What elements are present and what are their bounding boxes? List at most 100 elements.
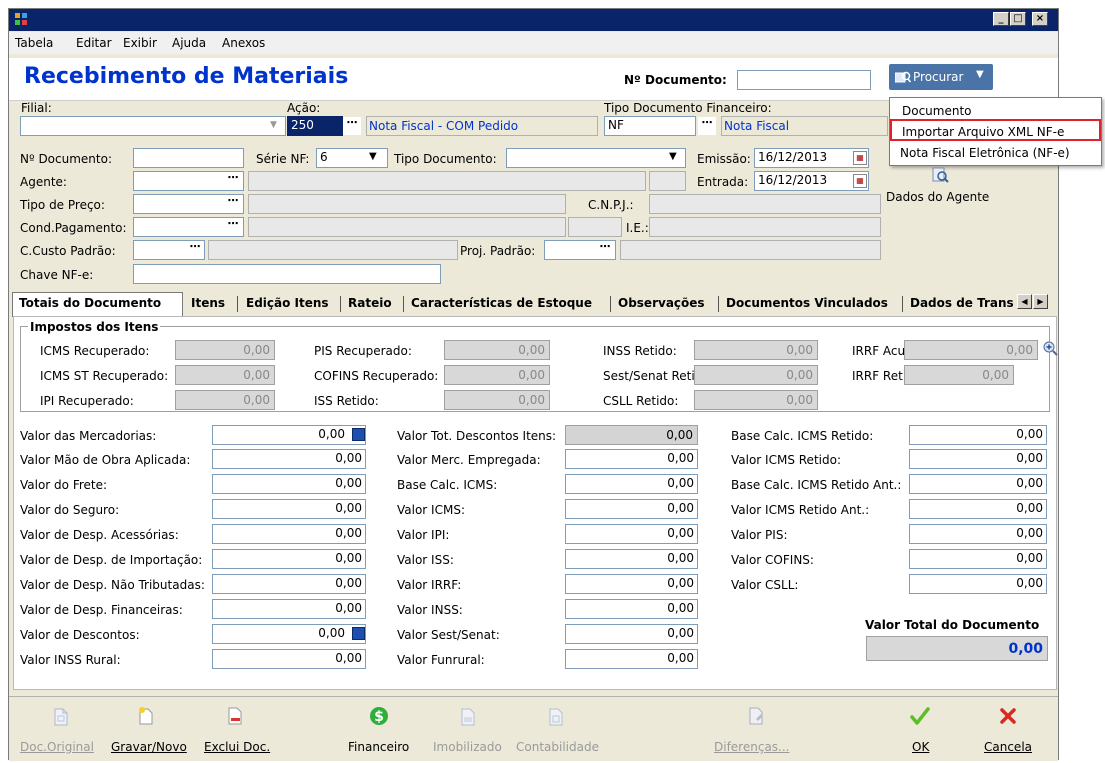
exclui-doc-button[interactable]: Exclui Doc. <box>204 740 270 754</box>
ndoc-input[interactable] <box>133 148 244 168</box>
base-calc-icms-retido-input[interactable]: 0,00 <box>909 425 1047 445</box>
filial-select[interactable] <box>20 116 286 136</box>
menu-editar[interactable]: Editar <box>76 36 112 50</box>
close-button[interactable]: × <box>1032 12 1048 26</box>
valor-pis-input[interactable]: 0,00 <box>909 524 1047 544</box>
search-icon <box>895 71 911 83</box>
emissao-input[interactable]: 16/12/2013 <box>754 148 869 168</box>
gravar-novo-button[interactable]: Gravar/Novo <box>111 740 187 754</box>
tab-separator <box>237 296 238 312</box>
proj-lookup-button[interactable]: ⋯ <box>596 241 614 259</box>
valor-iss-input[interactable]: 0,00 <box>565 549 698 569</box>
tab-rateio[interactable]: Rateio <box>348 296 392 310</box>
total-label: Valor Total do Documento <box>865 618 1040 632</box>
header-doc-input[interactable] <box>737 70 871 90</box>
inss-retido-field: 0,00 <box>694 340 818 360</box>
valor-icms-input[interactable]: 0,00 <box>565 499 698 519</box>
entrada-input[interactable]: 16/12/2013 <box>754 171 869 191</box>
doc-original-button[interactable]: Doc.Original <box>20 740 94 754</box>
valor-cofins-input[interactable]: 0,00 <box>909 549 1047 569</box>
base-calc-icms-input[interactable]: 0,00 <box>565 474 698 494</box>
menu-tabela[interactable]: Tabela <box>15 36 53 50</box>
valor-icms-retido-ant-label: Valor ICMS Retido Ant.: <box>731 503 870 517</box>
calendar-icon[interactable]: ▦ <box>853 174 867 188</box>
valor-mao-obra-input[interactable]: 0,00 <box>212 449 366 469</box>
document-original-icon <box>54 708 68 726</box>
dados-agente-label[interactable]: Dados do Agente <box>886 190 989 204</box>
valor-icms-retido-ant-input[interactable]: 0,00 <box>909 499 1047 519</box>
valor-icms-retido-input[interactable]: 0,00 <box>909 449 1047 469</box>
menu-item-documento[interactable]: Documento <box>902 104 972 118</box>
valor-seguro-input[interactable]: 0,00 <box>212 499 366 519</box>
valor-mercadorias-input[interactable]: 0,00 <box>212 425 366 445</box>
search-button[interactable]: Procurar ▼ <box>889 64 993 90</box>
condpag-lookup-button[interactable]: ⋯ <box>224 218 242 236</box>
tab-dados-transporte[interactable]: Dados de Trans <box>910 296 1014 310</box>
valor-desp-importacao-input[interactable]: 0,00 <box>212 549 366 569</box>
valor-ipi-input[interactable]: 0,00 <box>565 524 698 544</box>
title-bar[interactable] <box>9 9 1058 31</box>
tab-scroll-right-button[interactable]: ▶ <box>1033 294 1048 309</box>
base-calc-icms-retido-label: Base Calc. ICMS Retido: <box>731 429 874 443</box>
menu-anexos[interactable]: Anexos <box>222 36 265 50</box>
valor-frete-input[interactable]: 0,00 <box>212 474 366 494</box>
valor-inss-rural-input[interactable]: 0,00 <box>212 649 366 669</box>
maximize-button[interactable]: □ <box>1010 12 1026 26</box>
agent-details-icon[interactable] <box>931 166 949 184</box>
cancela-button[interactable]: Cancela <box>984 740 1032 754</box>
money-icon: $ <box>370 707 388 725</box>
valor-desp-financeiras-input[interactable]: 0,00 <box>212 599 366 619</box>
contabilidade-button[interactable]: Contabilidade <box>516 740 599 754</box>
financeiro-button[interactable]: Financeiro <box>348 740 409 754</box>
filial-label: Filial: <box>21 101 52 115</box>
chave-input[interactable] <box>133 264 441 284</box>
calculator-icon[interactable] <box>352 428 365 441</box>
valor-csll-input[interactable]: 0,00 <box>909 574 1047 594</box>
menu-exibir[interactable]: Exibir <box>123 36 157 50</box>
diferencas-button[interactable]: Diferenças... <box>714 740 790 754</box>
filial-dropdown-icon: ▼ <box>270 120 277 130</box>
valor-desp-nao-tributadas-input[interactable]: 0,00 <box>212 574 366 594</box>
tipo-fin-lookup-button[interactable]: ⋯ <box>698 117 716 135</box>
acao-lookup-button[interactable]: ⋯ <box>343 117 361 135</box>
calculator-icon[interactable] <box>352 627 365 640</box>
valor-sest-senat-input[interactable]: 0,00 <box>565 624 698 644</box>
tipo-fin-input[interactable]: NF <box>604 116 696 136</box>
valor-descontos-input[interactable]: 0,00 <box>212 624 366 644</box>
valor-inss-input[interactable]: 0,00 <box>565 599 698 619</box>
imobilizado-button[interactable]: Imobilizado <box>433 740 502 754</box>
base-calc-icms-retido-ant-input[interactable]: 0,00 <box>909 474 1047 494</box>
tipodoc-label: Tipo Documento: <box>394 152 497 166</box>
tipopreco-lookup-button[interactable]: ⋯ <box>224 195 242 213</box>
acao-input[interactable]: 250 <box>287 116 343 136</box>
ccusto-lookup-button[interactable]: ⋯ <box>186 241 204 259</box>
icms-recuperado-label: ICMS Recuperado: <box>40 344 150 358</box>
tab-observacoes[interactable]: Observações <box>618 296 705 310</box>
calendar-icon[interactable]: ▦ <box>853 151 867 165</box>
icms-st-recuperado-field: 0,00 <box>175 365 275 385</box>
valor-irrf-input[interactable]: 0,00 <box>565 574 698 594</box>
menu-item-nfe[interactable]: Nota Fiscal Eletrônica (NF-e) <box>900 146 1070 160</box>
tipodoc-select[interactable] <box>506 148 686 168</box>
tab-caracteristicas[interactable]: Características de Estoque <box>411 296 592 310</box>
serie-select[interactable]: 6 <box>316 148 388 168</box>
tab-documentos-vinculados[interactable]: Documentos Vinculados <box>726 296 888 310</box>
valor-frete-label: Valor do Frete: <box>20 478 108 492</box>
valor-funrural-input[interactable]: 0,00 <box>565 649 698 669</box>
base-calc-icms-retido-ant-label: Base Calc. ICMS Retido Ant.: <box>731 478 902 492</box>
zoom-in-icon[interactable] <box>1043 341 1059 357</box>
ndoc-label: Nº Documento: <box>20 152 112 166</box>
agente-lookup-button[interactable]: ⋯ <box>224 172 242 190</box>
minimize-button[interactable]: _ <box>993 12 1009 26</box>
tab-scroll-left-button[interactable]: ◀ <box>1017 294 1032 309</box>
tab-edicao-itens[interactable]: Edição Itens <box>246 296 329 310</box>
tab-totais[interactable]: Totais do Documento <box>19 296 161 310</box>
valor-desp-acessorias-input[interactable]: 0,00 <box>212 524 366 544</box>
ok-button[interactable]: OK <box>912 740 929 754</box>
menu-ajuda[interactable]: Ajuda <box>172 36 206 50</box>
sest-senat-retido-field: 0,00 <box>694 365 818 385</box>
valor-merc-empregada-input[interactable]: 0,00 <box>565 449 698 469</box>
valor-irrf-label: Valor IRRF: <box>397 578 462 592</box>
serie-dropdown-icon: ▼ <box>369 151 377 162</box>
tab-itens[interactable]: Itens <box>191 296 225 310</box>
